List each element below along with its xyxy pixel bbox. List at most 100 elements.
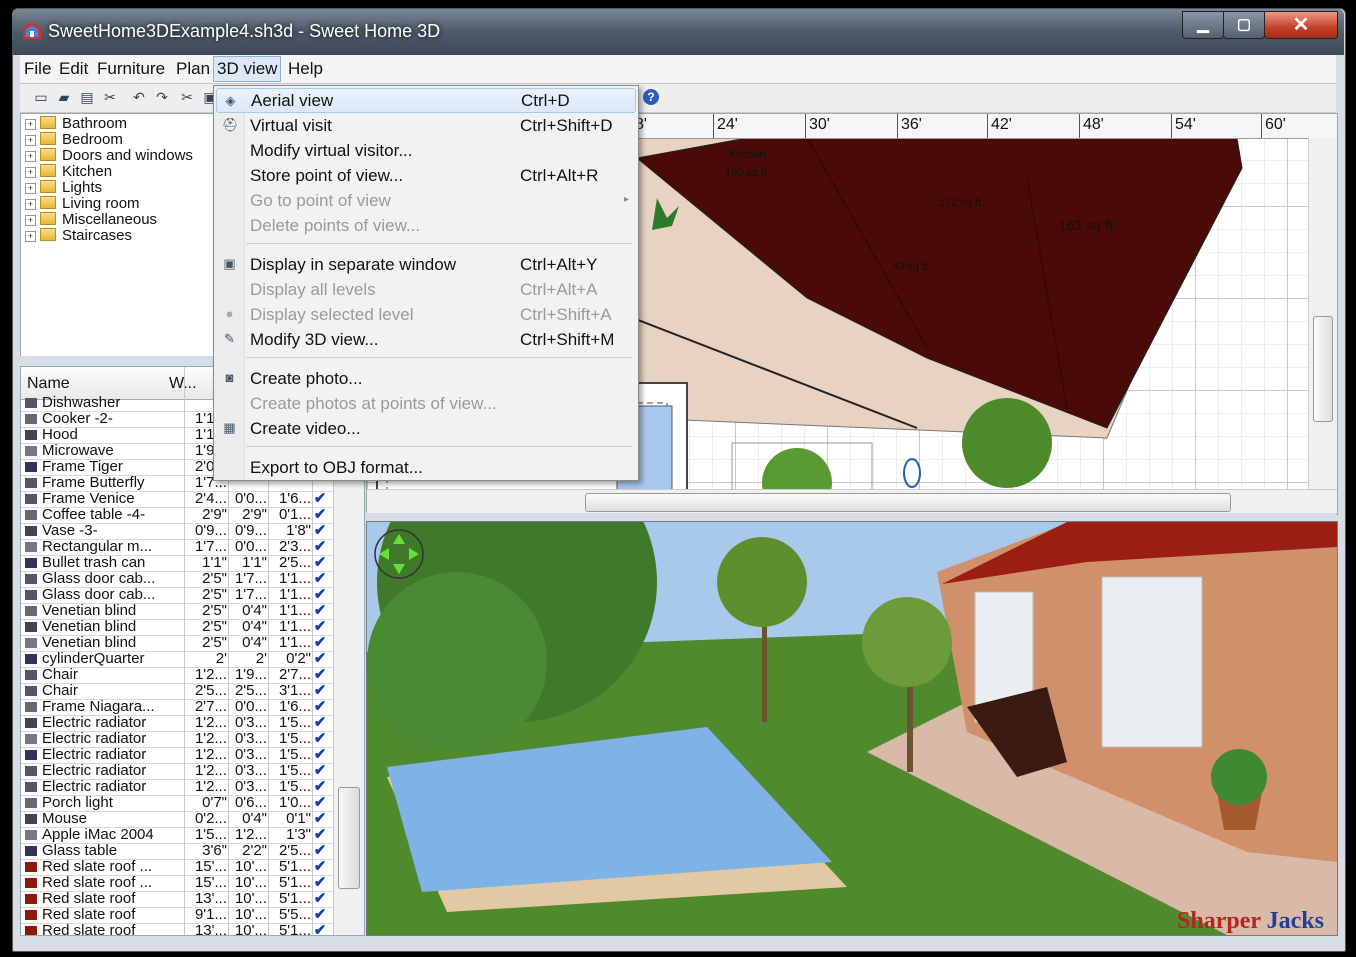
visible-checkbox[interactable]: ✔ [313,491,327,507]
3d-view[interactable] [366,521,1338,936]
plan-3d-splitter[interactable] [366,513,1336,521]
table-row[interactable]: Electric radiator 1'2... 0'3... 1'5... ✔ [21,763,333,780]
visible-checkbox[interactable]: ✔ [313,715,327,731]
plan-vertical-scrollbar[interactable] [1308,138,1337,490]
visible-checkbox[interactable]: ✔ [313,907,327,923]
visible-checkbox[interactable]: ✔ [313,635,327,651]
catalog-category[interactable]: + Lights [25,180,102,196]
scrollbar-thumb[interactable] [338,787,360,889]
column-header-width[interactable]: W... [169,375,197,393]
cut-icon[interactable]: ✂ [178,88,196,106]
table-row[interactable]: Coffee table -4- 2'9" 2'9" 0'1... ✔ [21,507,333,524]
scrollbar-thumb[interactable] [1313,316,1333,422]
visible-checkbox[interactable]: ✔ [313,603,327,619]
table-row[interactable]: Frame Venice 2'4... 0'0... 1'6... ✔ [21,491,333,508]
cut-tools-icon[interactable]: ✂ [101,88,119,106]
visible-checkbox[interactable]: ✔ [313,555,327,571]
expand-icon[interactable]: + [25,231,36,242]
table-row[interactable]: Red slate roof ... 15'... 10'... 5'1... ✔ [21,875,333,892]
visible-checkbox[interactable]: ✔ [313,571,327,587]
virtual-visitor-symbol[interactable] [903,458,921,488]
catalog-category[interactable]: + Doors and windows [25,148,193,164]
menu-item-modify-visitor[interactable]: Modify virtual visitor... [216,138,634,163]
table-row[interactable]: Electric radiator 1'2... 0'3... 1'5... ✔ [21,779,333,796]
undo-icon[interactable]: ↶ [130,88,148,106]
table-row[interactable]: Glass door cab... 2'5" 1'7... 1'1... ✔ [21,587,333,604]
table-row[interactable]: Electric radiator 1'2... 0'3... 1'5... ✔ [21,715,333,732]
menu-3d-view[interactable]: 3D view [213,56,282,82]
visible-checkbox[interactable]: ✔ [313,795,327,811]
menu-item-aerial-view[interactable]: ◈ Aerial view Ctrl+D [216,88,636,113]
visible-checkbox[interactable]: ✔ [313,539,327,555]
visible-checkbox[interactable]: ✔ [313,779,327,795]
table-row[interactable]: Glass door cab... 2'5" 1'7... 1'1... ✔ [21,571,333,588]
table-row[interactable]: Red slate roof 13'... 10'... 5'1... ✔ [21,923,333,935]
table-row[interactable]: Venetian blind 2'5" 0'4" 1'1... ✔ [21,603,333,620]
menu-item-go-to-point-of-view[interactable]: Go to point of view [216,188,634,213]
new-file-icon[interactable]: ▭ [32,88,50,106]
catalog-category[interactable]: + Bedroom [25,132,123,148]
table-row[interactable]: cylinderQuarter 2' 2' 0'2" ✔ [21,651,333,668]
table-row[interactable]: Electric radiator 1'2... 0'3... 1'5... ✔ [21,731,333,748]
catalog-category[interactable]: + Miscellaneous [25,212,157,228]
menu-plan[interactable]: Plan [173,57,213,81]
visible-checkbox[interactable]: ✔ [313,827,327,843]
expand-icon[interactable]: + [25,183,36,194]
visible-checkbox[interactable]: ✔ [313,619,327,635]
table-row[interactable]: Mouse 0'2... 0'4" 0'1" ✔ [21,811,333,828]
visible-checkbox[interactable]: ✔ [313,859,327,875]
menu-item-virtual-visit[interactable]: ⛑ Virtual visit Ctrl+Shift+D [216,113,634,138]
minimize-button[interactable]: ▁ [1182,11,1224,39]
catalog-category[interactable]: + Living room [25,196,140,212]
plan-horizontal-scrollbar[interactable] [367,489,1337,514]
menu-item-display-selected-level[interactable]: ● Display selected level Ctrl+Shift+A [216,302,634,327]
expand-icon[interactable]: + [25,215,36,226]
visible-checkbox[interactable]: ✔ [313,699,327,715]
scrollbar-thumb[interactable] [585,493,1231,512]
expand-icon[interactable]: + [25,119,36,130]
redo-icon[interactable]: ↷ [153,88,171,106]
menu-furniture[interactable]: Furniture [94,57,168,81]
menu-item-display-all-levels[interactable]: Display all levels Ctrl+Alt+A [216,277,634,302]
visible-checkbox[interactable]: ✔ [313,587,327,603]
menu-item-modify-3d-view[interactable]: ✎ Modify 3D view... Ctrl+Shift+M [216,327,634,352]
table-row[interactable]: Electric radiator 1'2... 0'3... 1'5... ✔ [21,747,333,764]
visible-checkbox[interactable]: ✔ [313,523,327,539]
help-icon[interactable]: ? [643,89,659,105]
expand-icon[interactable]: + [25,167,36,178]
maximize-button[interactable]: ▢ [1223,11,1265,39]
table-row[interactable]: Red slate roof ... 15'... 10'... 5'1... ✔ [21,859,333,876]
catalog-category[interactable]: + Bathroom [25,116,127,132]
expand-icon[interactable]: + [25,199,36,210]
menu-item-delete-points-of-view[interactable]: Delete points of view... [216,213,634,238]
catalog-category[interactable]: + Staircases [25,228,132,244]
catalog-category[interactable]: + Kitchen [25,164,112,180]
visible-checkbox[interactable]: ✔ [313,763,327,779]
menu-item-export-obj[interactable]: Export to OBJ format... [216,455,634,480]
table-row[interactable]: Glass table 3'6" 2'2" 2'5... ✔ [21,843,333,860]
table-row[interactable]: Red slate roof 13'... 10'... 5'1... ✔ [21,891,333,908]
table-row[interactable]: Apple iMac 2004 1'5... 1'2... 1'3" ✔ [21,827,333,844]
menu-edit[interactable]: Edit [56,57,91,81]
menu-item-store-point-of-view[interactable]: Store point of view... Ctrl+Alt+R [216,163,634,188]
visible-checkbox[interactable]: ✔ [313,507,327,523]
visible-checkbox[interactable]: ✔ [313,875,327,891]
visible-checkbox[interactable]: ✔ [313,923,327,935]
table-row[interactable]: Frame Niagara... 2'7... 0'0... 1'6... ✔ [21,699,333,716]
visible-checkbox[interactable]: ✔ [313,811,327,827]
table-row[interactable]: Rectangular m... 1'7... 0'0... 2'3... ✔ [21,539,333,556]
table-row[interactable]: Red slate roof 9'1... 10'... 5'5... ✔ [21,907,333,924]
table-row[interactable]: Chair 1'2... 1'9... 2'7... ✔ [21,667,333,684]
visible-checkbox[interactable]: ✔ [313,747,327,763]
table-row[interactable]: Bullet trash can 1'1" 1'1" 2'5... ✔ [21,555,333,572]
menu-item-create-photos-points[interactable]: Create photos at points of view... [216,391,634,416]
visible-checkbox[interactable]: ✔ [313,683,327,699]
menu-item-display-separate-window[interactable]: ▣ Display in separate window Ctrl+Alt+Y [216,252,634,277]
table-row[interactable]: Venetian blind 2'5" 0'4" 1'1... ✔ [21,619,333,636]
expand-icon[interactable]: + [25,135,36,146]
visible-checkbox[interactable]: ✔ [313,667,327,683]
save-icon[interactable]: ▤ [78,88,96,106]
visible-checkbox[interactable]: ✔ [313,843,327,859]
menu-item-create-photo[interactable]: ◙ Create photo... [216,366,634,391]
visible-checkbox[interactable]: ✔ [313,891,327,907]
